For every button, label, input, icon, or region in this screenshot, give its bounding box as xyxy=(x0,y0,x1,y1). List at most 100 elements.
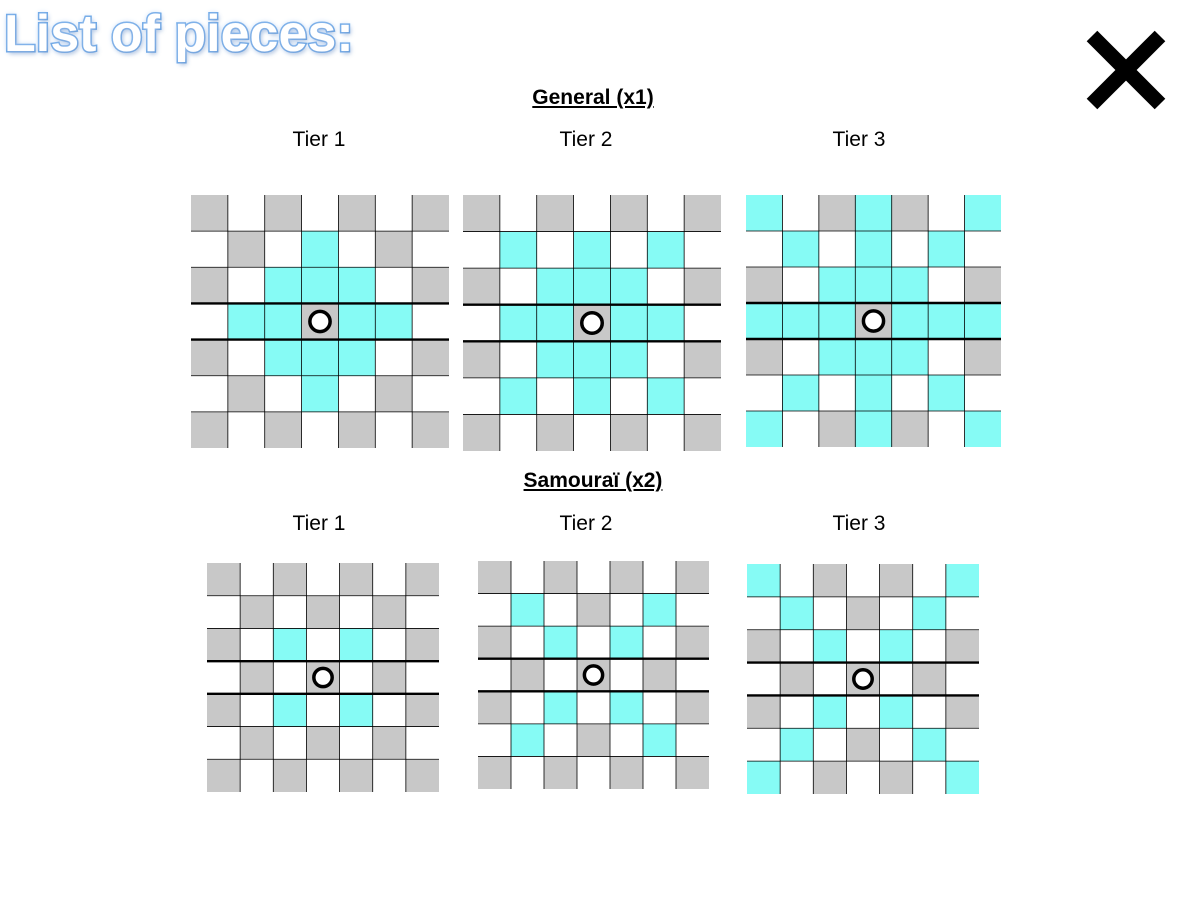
move-square xyxy=(928,303,965,340)
move-square xyxy=(964,303,1001,340)
board-square xyxy=(412,339,449,377)
board-square xyxy=(610,561,644,594)
board-square xyxy=(573,195,611,232)
board-square xyxy=(780,629,814,663)
board-square xyxy=(684,268,721,306)
board-square xyxy=(273,759,307,792)
move-square xyxy=(264,267,302,304)
board-square xyxy=(879,761,914,794)
board-square xyxy=(676,658,709,692)
move-square xyxy=(855,339,893,376)
move-square xyxy=(499,377,538,415)
move-square xyxy=(855,375,893,412)
move-square xyxy=(544,691,578,725)
board-square xyxy=(643,626,677,660)
move-square xyxy=(301,231,339,268)
move-square xyxy=(227,303,266,340)
board-square xyxy=(879,728,914,762)
board-square xyxy=(372,563,407,597)
board-square xyxy=(780,564,814,598)
board-square xyxy=(499,341,538,379)
board-square xyxy=(207,759,241,792)
move-square xyxy=(573,268,611,306)
board-square xyxy=(375,411,413,448)
move-square xyxy=(912,596,947,631)
board-square xyxy=(240,726,274,760)
board-square xyxy=(463,195,501,232)
general-tier-2-label: Tier 2 xyxy=(559,128,613,151)
move-square xyxy=(301,375,339,413)
board-square xyxy=(372,759,407,792)
board-square xyxy=(813,596,847,631)
board-square xyxy=(747,662,781,696)
general-tier-3-board xyxy=(746,195,1001,447)
board-square xyxy=(412,411,449,448)
board-square xyxy=(463,341,501,379)
board-square xyxy=(746,267,783,304)
board-square xyxy=(577,593,611,627)
general-tier-2-board xyxy=(463,195,721,451)
board-square xyxy=(478,723,512,757)
board-square xyxy=(746,339,783,376)
board-square xyxy=(338,375,376,413)
board-square xyxy=(306,628,340,662)
move-square xyxy=(264,339,302,377)
board-square xyxy=(207,726,241,760)
board-square xyxy=(240,759,274,792)
board-square xyxy=(306,563,340,597)
close-button[interactable] xyxy=(1080,24,1172,116)
board-square xyxy=(945,728,979,762)
board-square xyxy=(511,626,545,660)
board-square xyxy=(227,267,266,304)
move-square xyxy=(511,593,545,627)
board-square xyxy=(207,661,241,695)
move-square xyxy=(647,377,685,415)
board-square xyxy=(928,339,965,376)
board-square xyxy=(273,595,307,629)
board-square xyxy=(227,195,266,232)
move-square xyxy=(928,375,965,412)
board-square xyxy=(306,595,340,629)
board-square xyxy=(339,595,374,629)
move-square xyxy=(746,195,783,232)
board-square xyxy=(782,411,820,447)
move-square xyxy=(782,231,820,268)
board-square xyxy=(463,304,501,342)
board-square xyxy=(207,693,241,727)
board-square xyxy=(338,411,376,448)
general-heading: General (x1) xyxy=(532,86,654,109)
board-square xyxy=(813,662,847,696)
board-square xyxy=(879,662,914,696)
board-square xyxy=(375,267,413,304)
board-square xyxy=(891,231,929,268)
board-square xyxy=(647,268,685,306)
board-square xyxy=(191,267,229,304)
general-tier-1-label: Tier 1 xyxy=(292,128,346,151)
board-square xyxy=(818,375,856,412)
move-square xyxy=(855,195,893,232)
board-square xyxy=(544,561,578,594)
move-square xyxy=(647,231,685,269)
board-square xyxy=(747,629,781,663)
board-square xyxy=(405,759,439,792)
board-square xyxy=(306,693,340,727)
board-square xyxy=(536,414,574,451)
board-square xyxy=(813,761,847,794)
board-square xyxy=(912,564,947,598)
board-square xyxy=(912,629,947,663)
move-square xyxy=(573,377,611,415)
piece-marker-icon xyxy=(582,664,605,686)
board-square xyxy=(463,231,501,269)
board-square xyxy=(676,593,709,627)
board-square xyxy=(463,377,501,415)
board-square xyxy=(780,761,814,794)
board-square xyxy=(207,628,241,662)
general-tier-1-board xyxy=(191,195,449,448)
board-square xyxy=(405,595,439,629)
samourai-tier-2-label: Tier 2 xyxy=(559,512,613,535)
move-square xyxy=(747,564,781,598)
move-square xyxy=(891,267,929,304)
board-square xyxy=(536,195,574,232)
board-square xyxy=(511,691,545,725)
move-square xyxy=(945,761,979,794)
